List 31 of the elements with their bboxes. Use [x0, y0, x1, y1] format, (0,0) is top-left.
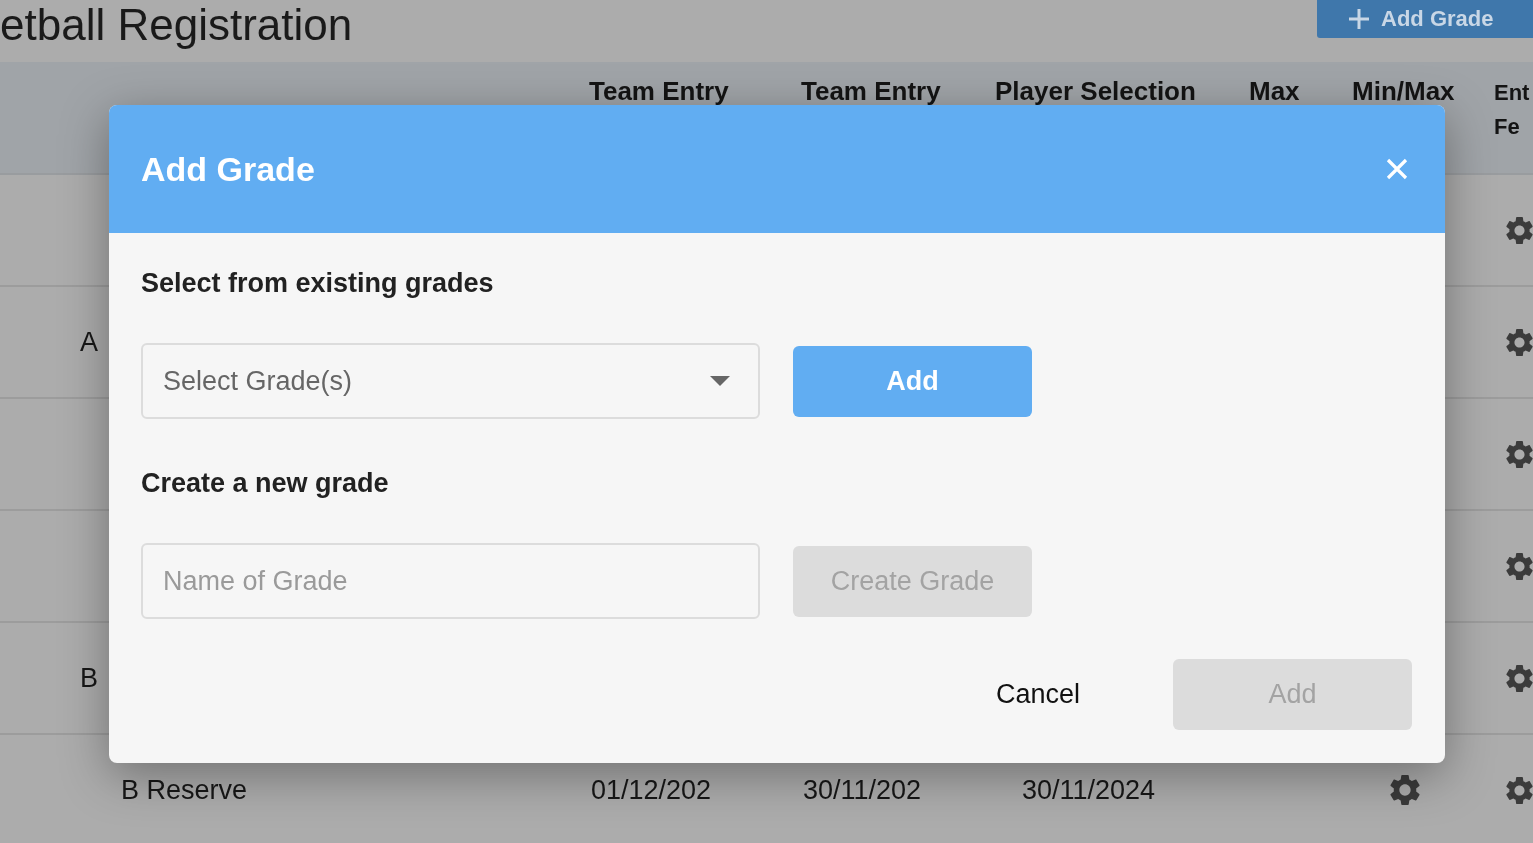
settings-icon[interactable] — [1506, 440, 1533, 468]
column-header: Ent Fe — [1494, 79, 1530, 141]
cancel-button[interactable]: Cancel — [975, 659, 1100, 730]
column-header: Max — [1249, 76, 1300, 106]
grade-name-input[interactable]: Name of Grade — [141, 543, 760, 619]
grade-name: B Reserve — [121, 774, 248, 806]
column-header: Player Selection — [995, 76, 1196, 106]
page-title: etball Registration — [0, 0, 353, 50]
grade-name: B — [80, 662, 98, 694]
settings-icon[interactable] — [1506, 216, 1533, 244]
add-button[interactable]: Add — [793, 345, 1032, 417]
settings-icon[interactable] — [1506, 664, 1533, 692]
settings-icon[interactable] — [1506, 328, 1533, 356]
column-header: Team Entry — [589, 76, 729, 106]
add-grade-button[interactable]: Add Grade — [1317, 0, 1533, 38]
settings-icon[interactable] — [1506, 552, 1533, 580]
plus-icon — [1349, 9, 1369, 29]
grade-name: A — [80, 326, 98, 358]
section-heading: Create a new grade — [141, 467, 389, 499]
settings-icon[interactable] — [1390, 775, 1420, 805]
column-header: Min/Max — [1352, 76, 1455, 106]
close-icon — [1386, 158, 1408, 180]
settings-icon[interactable] — [1506, 776, 1533, 804]
date-cell: 30/11/202 — [803, 774, 922, 806]
grade-select[interactable]: Select Grade(s) — [141, 343, 760, 419]
section-heading: Select from existing grades — [141, 267, 494, 299]
date-cell: 30/11/2024 — [1022, 774, 1156, 806]
caret-icon — [710, 376, 730, 386]
dialog-title: Add Grade — [141, 149, 315, 189]
date-cell: 01/12/202 — [591, 774, 712, 806]
column-header: Team Entry — [801, 76, 941, 106]
